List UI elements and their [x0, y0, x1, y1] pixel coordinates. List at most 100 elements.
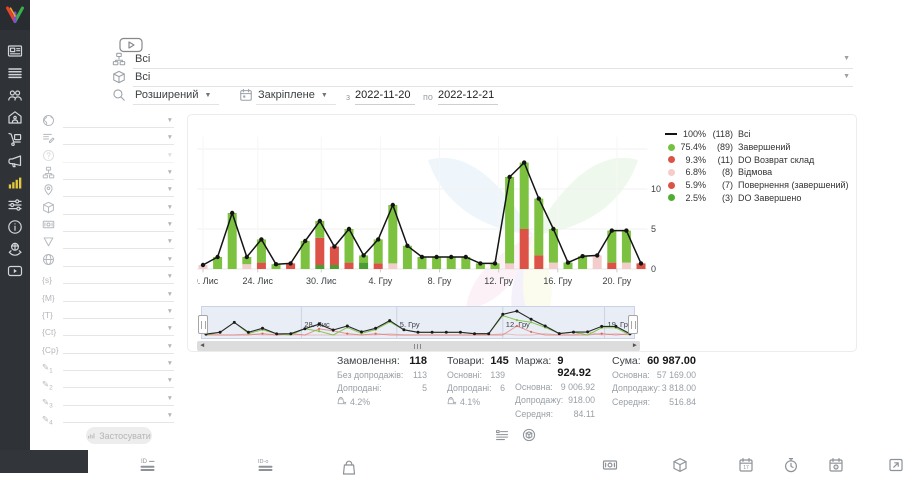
column-header-stopwatch[interactable]: [783, 457, 799, 478]
sidebar-item-globe-hands[interactable]: [7, 241, 23, 257]
tutorial-video-button[interactable]: [119, 37, 143, 53]
logo-icon: [5, 6, 25, 24]
divider: [63, 266, 174, 267]
filter-select-14[interactable]: {Cp}▼: [42, 339, 174, 355]
custom-field-{s}: {s}: [42, 270, 55, 283]
column-header-package[interactable]: [672, 457, 688, 478]
svg-text:20. Лис: 20. Лис: [197, 276, 219, 286]
search-mode-select[interactable]: Розширений▼: [135, 89, 211, 101]
svg-text:20. Гру: 20. Гру: [603, 276, 632, 286]
filter-select-11[interactable]: {M}▼: [42, 287, 174, 303]
column-header-calendar-pin[interactable]: [828, 457, 844, 478]
filter-select-1[interactable]: ▼: [42, 113, 174, 129]
sidebar-item-home-users[interactable]: [7, 109, 23, 125]
divider: [133, 68, 853, 69]
chevron-down-icon: ▼: [843, 55, 850, 62]
sidebar-item-list-lines[interactable]: [7, 65, 23, 81]
legend-item-3[interactable]: 9.3%(11)DO Возврат склад: [664, 153, 849, 166]
stat-value: 145: [490, 355, 508, 367]
svg-text:17: 17: [743, 465, 749, 471]
column-header-banknote[interactable]: [602, 457, 618, 478]
legend-pct: 2.5%: [678, 193, 706, 203]
toggle-cube-circle[interactable]: [522, 428, 536, 442]
stat-value: 9 924.92: [557, 355, 595, 379]
product-filter-value: Всі: [135, 71, 150, 83]
filter-select-13[interactable]: {Ct}▼: [42, 321, 174, 337]
divider: [63, 370, 174, 371]
column-header-bag[interactable]: [341, 460, 357, 480]
orders-chart[interactable]: 20. Лис24. Лис30. Лис4. Гру8. Гру12. Гру…: [197, 123, 667, 295]
filter-select-2[interactable]: ▼: [42, 130, 174, 146]
legend-item-6[interactable]: 2.5%(3)DO Завершено: [664, 191, 849, 204]
filter-select-7[interactable]: ▼: [42, 217, 174, 233]
sidebar-item-handcart[interactable]: [7, 131, 23, 147]
legend-item-2[interactable]: 75.4%(89)Завершений: [664, 141, 849, 154]
date-to-field[interactable]: 2022-12-21: [438, 89, 498, 101]
scroll-left-icon[interactable]: ◄: [199, 342, 205, 350]
chevron-down-icon: ▼: [167, 169, 173, 176]
filter-select-9[interactable]: ▼: [42, 252, 174, 268]
filter-select-10[interactable]: {s}▼: [42, 269, 174, 285]
filter-select-6[interactable]: ▼: [42, 200, 174, 216]
sidebar-item-sliders[interactable]: [7, 197, 23, 213]
funnel-filter-value: Всі: [135, 53, 150, 65]
question-icon: [42, 149, 55, 162]
navigator-left-handle[interactable]: [198, 315, 208, 334]
stat-subrow: Допродані:6: [447, 383, 505, 393]
filter-select-12[interactable]: {T}▼: [42, 304, 174, 320]
sidebar-item-users[interactable]: [7, 87, 23, 103]
chart-navigator[interactable]: 28. Лис5. Гру12. Гру19. Гру: [201, 306, 635, 339]
sidebar-item-info[interactable]: [7, 219, 23, 235]
filter-select-4[interactable]: ▼: [42, 165, 174, 181]
chevron-down-icon: ▼: [167, 256, 173, 263]
divider: [63, 387, 174, 388]
period-mode-value: Закріплене: [258, 89, 315, 101]
column-header-calendar-day[interactable]: 17: [738, 457, 754, 478]
scroll-right-icon[interactable]: ►: [632, 342, 638, 350]
summary-stats: Замовлення:118Без допродажів:113Допродан…: [330, 355, 720, 417]
legend-item-1[interactable]: 100%(118)Всі: [664, 128, 849, 141]
svg-text:ID: ID: [141, 459, 148, 465]
chevron-down-icon: ▼: [843, 73, 850, 80]
apply-button-label: Застосувати: [99, 431, 151, 441]
chart-scrollbar[interactable]: ◄ ►: [197, 341, 640, 351]
column-header-panel-arrow[interactable]: [888, 457, 904, 478]
legend-label: Повернення (завершений): [738, 180, 849, 190]
detail-toggles: [495, 428, 536, 442]
app-logo[interactable]: [0, 0, 30, 30]
legend-count: (11): [706, 155, 733, 165]
legend-swatch: [664, 156, 678, 163]
filter-select-16[interactable]: ✎2▼: [42, 373, 174, 389]
date-from-field[interactable]: 2022-11-20: [355, 89, 415, 101]
svg-text:8. Гру: 8. Гру: [428, 276, 452, 286]
filter-select-17[interactable]: ✎3▼: [42, 391, 174, 407]
stat-subrow: Допродажу:3 818.00: [612, 383, 696, 393]
apply-button[interactable]: Застосувати: [86, 427, 152, 444]
period-mode-select[interactable]: Закріплене▼: [258, 89, 328, 101]
column-header-id-equals[interactable]: ID: [140, 457, 156, 478]
legend-swatch: [664, 194, 678, 201]
scrollbar-grip[interactable]: [414, 344, 421, 349]
legend-item-4[interactable]: 6.8%(8)Відмова: [664, 166, 849, 179]
product-filter-select[interactable]: Всі ▼: [112, 70, 853, 87]
navigator-right-handle[interactable]: [628, 315, 638, 334]
divider: [63, 162, 174, 163]
sidebar-item-megaphone[interactable]: [7, 153, 23, 169]
svg-text:24. Лис: 24. Лис: [243, 276, 274, 286]
filter-select-15[interactable]: ✎1▼: [42, 356, 174, 372]
toggle-list-detail[interactable]: [495, 428, 509, 442]
filter-select-5[interactable]: ▼: [42, 182, 174, 198]
divider: [63, 196, 174, 197]
filter-select-18[interactable]: ✎4▼: [42, 408, 174, 424]
legend-label: DO Возврат склад: [738, 155, 814, 165]
chart-card: 20. Лис24. Лис30. Лис4. Гру8. Гру12. Гру…: [187, 114, 857, 352]
sidebar-item-video-play[interactable]: [7, 263, 23, 279]
funnel-filter-select[interactable]: Всі ▼: [112, 52, 853, 69]
stat-subrow: Допродані:5: [337, 383, 427, 393]
column-header-id-o[interactable]: ID-o: [258, 457, 274, 478]
divider: [63, 248, 174, 249]
filter-select-8[interactable]: ▼: [42, 234, 174, 250]
sidebar-item-bar-chart[interactable]: [7, 175, 23, 191]
sidebar-item-panel-image[interactable]: [7, 43, 23, 59]
legend-item-5[interactable]: 5.9%(7)Повернення (завершений): [664, 179, 849, 192]
